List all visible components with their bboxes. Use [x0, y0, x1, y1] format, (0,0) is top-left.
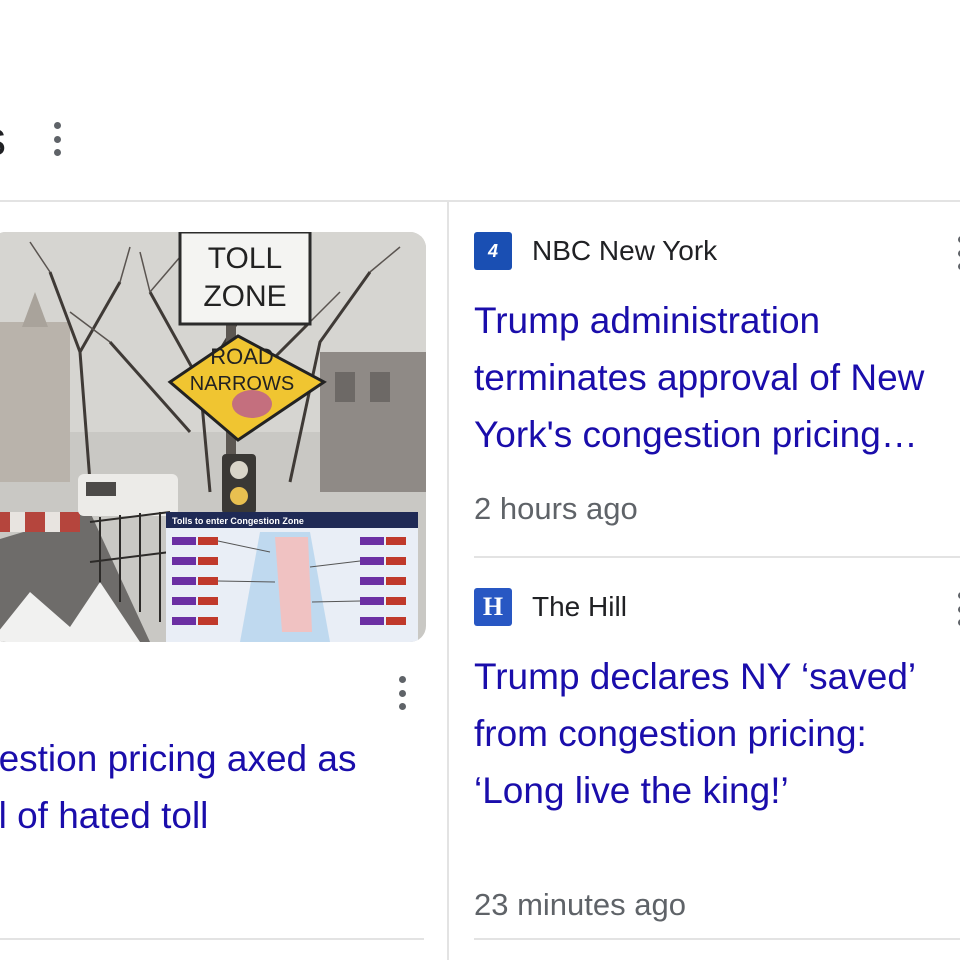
story-thumbnail[interactable]: TOLL ZONE ROAD NARROWS Tolls to enter Co… [0, 232, 426, 642]
toll-sign-line2: ZONE [203, 280, 286, 313]
story-more-options-icon[interactable] [956, 592, 960, 626]
toll-sign-line1: TOLL [208, 242, 283, 275]
story-divider [474, 556, 960, 558]
source-name: The Hill [532, 591, 627, 622]
more-options-icon[interactable] [52, 122, 62, 156]
map-title: Tolls to enter Congestion Zone [172, 516, 304, 526]
story-more-options-icon[interactable] [956, 236, 960, 270]
story-divider [474, 938, 960, 940]
headline-line-1: gestion pricing axed as [0, 738, 357, 779]
story-timestamp: 23 minutes ago [474, 887, 686, 922]
news-panel: s [0, 0, 960, 960]
story-title-link[interactable]: Trump declares NY ‘saved’ from congestio… [474, 648, 954, 819]
story-timestamp: 2 hours ago [474, 491, 638, 526]
nbc-logo-icon: 4 [474, 232, 512, 270]
source-row: H The Hill [474, 588, 960, 626]
story-title-link[interactable]: Trump administration terminates approval… [474, 292, 954, 463]
story-headline-link[interactable]: gestion pricing axed as al of hated toll [0, 730, 418, 844]
section-title: s [0, 112, 6, 168]
road-sign-line1: ROAD [210, 344, 274, 369]
road-sign-line2: NARROWS [190, 373, 294, 395]
the-hill-logo-icon: H [474, 588, 512, 626]
source-row: 4 NBC New York [474, 232, 960, 270]
column-divider [447, 202, 449, 960]
story-item[interactable]: H The Hill Trump declares NY ‘saved’ fro… [474, 588, 960, 923]
headline-line-2: al of hated toll [0, 795, 209, 836]
source-name: NBC New York [532, 235, 718, 266]
story-item[interactable]: 4 NBC New York Trump administration term… [474, 232, 960, 527]
card-divider [0, 938, 424, 940]
story-more-options-icon[interactable] [397, 676, 407, 710]
header-divider [0, 200, 960, 202]
